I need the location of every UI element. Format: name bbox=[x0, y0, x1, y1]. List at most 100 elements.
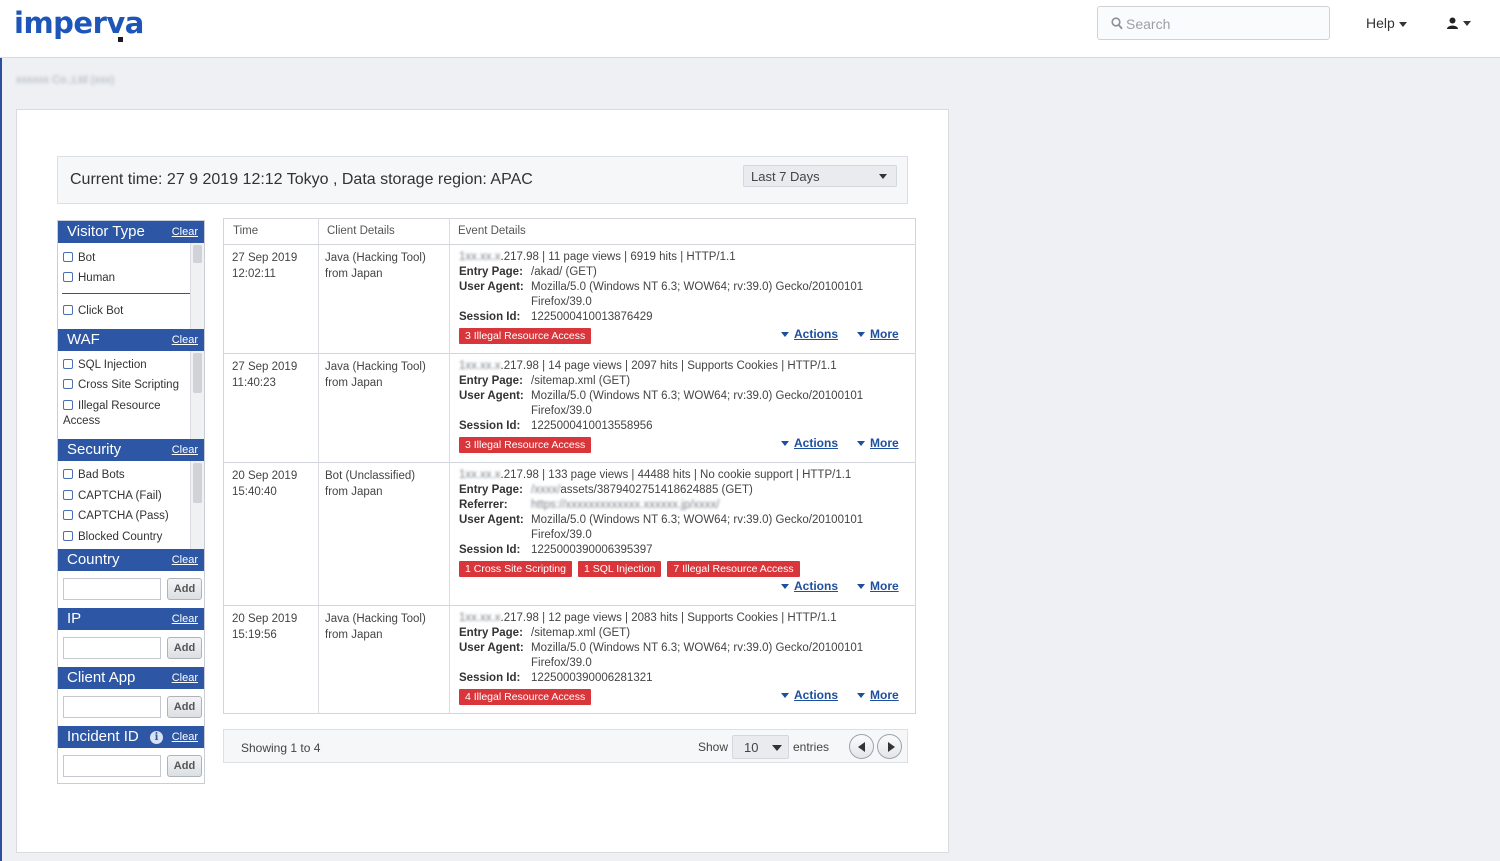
country-input[interactable] bbox=[63, 578, 161, 600]
checkbox[interactable] bbox=[63, 400, 73, 410]
actions-link[interactable]: Actions bbox=[781, 579, 838, 593]
imperva-logo[interactable]: imperva bbox=[14, 6, 144, 40]
filter-title: Incident ID bbox=[67, 728, 139, 745]
client-details: Java (Hacking Tool) from Japan bbox=[325, 361, 426, 389]
chevron-down-icon bbox=[772, 745, 782, 751]
actions-link[interactable]: Actions bbox=[781, 688, 838, 702]
client-app-input[interactable] bbox=[63, 696, 161, 718]
table-row[interactable]: 20 Sep 2019 15:40:40 Bot (Unclassified) fr… bbox=[224, 463, 915, 606]
scrollbar[interactable] bbox=[190, 461, 204, 549]
status-badge: 4 Illegal Resource Access bbox=[459, 689, 592, 705]
chevron-left-icon bbox=[858, 742, 865, 752]
scrollbar-thumb[interactable] bbox=[193, 353, 202, 393]
clear-client-app-link[interactable]: Clear bbox=[172, 672, 198, 684]
actions-link[interactable]: Actions bbox=[781, 327, 838, 341]
more-link[interactable]: More bbox=[857, 688, 899, 702]
info-icon[interactable]: i bbox=[150, 731, 163, 744]
table-row[interactable]: 27 Sep 2019 12:02:11 Java (Hacking Tool) f… bbox=[224, 245, 915, 354]
more-link[interactable]: More bbox=[857, 579, 899, 593]
event-time: 20 Sep 2019 15:19:56 bbox=[232, 613, 298, 641]
table-footer: Showing 1 to 4 Show 10 entries bbox=[223, 729, 908, 763]
checkbox[interactable] bbox=[63, 531, 73, 541]
ip-input[interactable] bbox=[63, 637, 161, 659]
time-range-select[interactable]: Last 7 Days bbox=[743, 165, 897, 187]
event-time: 27 Sep 2019 12:02:11 bbox=[232, 252, 298, 280]
column-header-time[interactable]: Time bbox=[233, 225, 258, 237]
filter-header-security: Security Clear bbox=[58, 439, 204, 461]
event-details: 1xx.xx.x.217.98 | 133 page views | 44488… bbox=[459, 469, 864, 556]
table-header: Time Client Details Event Details bbox=[224, 219, 915, 245]
filter-header-visitor-type: Visitor Type Clear bbox=[58, 221, 204, 243]
clear-visitor-type-link[interactable]: Clear bbox=[172, 226, 198, 238]
checkbox[interactable] bbox=[63, 510, 73, 520]
scrollbar-thumb[interactable] bbox=[193, 463, 202, 503]
add-country-button[interactable]: Add bbox=[167, 578, 202, 600]
column-header-client-details[interactable]: Client Details bbox=[327, 225, 395, 237]
table-row[interactable]: 20 Sep 2019 15:19:56 Java (Hacking Tool) f… bbox=[224, 606, 915, 713]
filter-option-captcha-fail[interactable]: CAPTCHA (Fail) bbox=[63, 489, 188, 504]
security-list[interactable]: Bad Bots CAPTCHA (Fail) CAPTCHA (Pass) B… bbox=[58, 461, 204, 549]
help-menu[interactable]: Help bbox=[1366, 15, 1407, 31]
incident-id-input[interactable] bbox=[63, 755, 161, 777]
chevron-down-icon bbox=[1398, 21, 1407, 27]
user-menu[interactable] bbox=[1447, 17, 1472, 32]
filter-header-country: Country Clear bbox=[58, 549, 204, 571]
chevron-down-icon bbox=[781, 332, 789, 338]
search-box[interactable] bbox=[1097, 6, 1330, 40]
checkbox[interactable] bbox=[63, 305, 73, 315]
filter-option-blocked-country[interactable]: Blocked Country bbox=[63, 530, 188, 545]
next-page-button[interactable] bbox=[877, 734, 902, 759]
status-badge: 3 Illegal Resource Access bbox=[459, 437, 592, 453]
add-client-app-button[interactable]: Add bbox=[167, 696, 202, 718]
client-details: Bot (Unclassified) from Japan bbox=[325, 470, 416, 498]
chevron-down-icon bbox=[1463, 21, 1472, 26]
status-badge: 7 Illegal Resource Access bbox=[667, 561, 800, 577]
search-input[interactable] bbox=[1126, 14, 1321, 34]
actions-link[interactable]: Actions bbox=[781, 436, 838, 450]
event-tags: 3 Illegal Resource Access bbox=[459, 437, 597, 453]
filter-option-sql-injection[interactable]: SQL Injection bbox=[63, 358, 188, 373]
filter-option-bot[interactable]: Bot bbox=[63, 251, 188, 266]
clear-ip-link[interactable]: Clear bbox=[172, 613, 198, 625]
time-bar: Current time: 27 9 2019 12:12 Tokyo , Da… bbox=[57, 156, 908, 204]
filter-title: Security bbox=[67, 441, 122, 458]
scrollbar-thumb[interactable] bbox=[193, 245, 202, 263]
event-details: 1xx.xx.x.217.98 | 14 page views | 2097 h… bbox=[459, 360, 864, 432]
checkbox[interactable] bbox=[63, 359, 73, 369]
more-link[interactable]: More bbox=[857, 436, 899, 450]
page-size-select[interactable]: 10 bbox=[732, 735, 789, 759]
status-badge: 1 SQL Injection bbox=[577, 561, 662, 577]
clear-security-link[interactable]: Clear bbox=[172, 444, 198, 456]
table-row[interactable]: 27 Sep 2019 11:40:23 Java (Hacking Tool) f… bbox=[224, 354, 915, 463]
add-incident-id-button[interactable]: Add bbox=[167, 755, 202, 777]
chevron-down-icon bbox=[781, 584, 789, 590]
checkbox[interactable] bbox=[63, 252, 73, 262]
filter-option-illegal-resource-access[interactable]: Illegal Resource Access bbox=[63, 399, 188, 429]
visitor-type-list[interactable]: Bot Human Click Bot bbox=[58, 243, 204, 329]
filter-option-cross-site-scripting[interactable]: Cross Site Scripting bbox=[63, 378, 188, 393]
scrollbar[interactable] bbox=[190, 351, 204, 439]
checkbox[interactable] bbox=[63, 379, 73, 389]
add-ip-button[interactable]: Add bbox=[167, 637, 202, 659]
chevron-down-icon bbox=[857, 584, 865, 590]
more-link[interactable]: More bbox=[857, 327, 899, 341]
logo-dot bbox=[118, 37, 123, 42]
filter-option-human[interactable]: Human bbox=[63, 271, 188, 286]
clear-incident-id-link[interactable]: Clear bbox=[172, 731, 198, 743]
waf-list[interactable]: SQL Injection Cross Site Scripting Illeg… bbox=[58, 351, 204, 439]
column-header-event-details[interactable]: Event Details bbox=[458, 225, 526, 237]
help-label: Help bbox=[1366, 15, 1395, 31]
chevron-down-icon bbox=[879, 174, 887, 179]
checkbox[interactable] bbox=[63, 272, 73, 282]
filter-option-click-bot[interactable]: Click Bot bbox=[63, 304, 188, 319]
filter-title: IP bbox=[67, 610, 82, 627]
filter-option-bad-bots[interactable]: Bad Bots bbox=[63, 468, 188, 483]
filter-option-captcha-pass[interactable]: CAPTCHA (Pass) bbox=[63, 509, 188, 524]
filter-title: Client App bbox=[67, 669, 136, 686]
previous-page-button[interactable] bbox=[849, 734, 874, 759]
clear-waf-link[interactable]: Clear bbox=[172, 334, 198, 346]
checkbox[interactable] bbox=[63, 469, 73, 479]
clear-country-link[interactable]: Clear bbox=[172, 554, 198, 566]
scrollbar[interactable] bbox=[190, 243, 204, 329]
checkbox[interactable] bbox=[63, 490, 73, 500]
